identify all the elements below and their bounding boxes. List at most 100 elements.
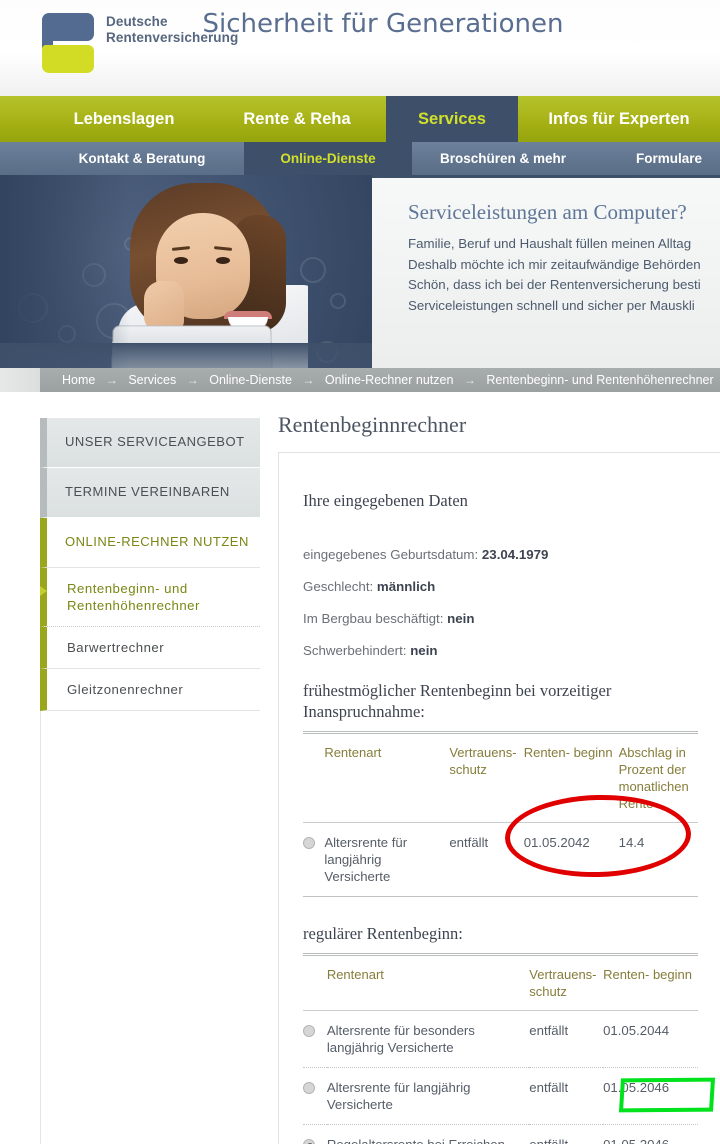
table-regulaerer-rentenbeginn: Rentenart Vertrauens- schutz Renten- beg… (303, 953, 698, 1144)
breadcrumb-arrow-icon: → (180, 373, 206, 387)
sidebar-item-unser-serviceangebot[interactable]: UNSER SERVICEANGEBOT (40, 418, 260, 468)
row-radio-cell[interactable] (303, 823, 324, 897)
person-brow-right (214, 246, 232, 251)
main-content: Rentenbeginnrechner Ihre eingegebenen Da… (268, 412, 720, 1144)
input-schwerbehindert: Schwerbehindert: nein (303, 643, 698, 658)
radio-button-icon[interactable] (303, 837, 315, 849)
nav-item-rente-reha[interactable]: Rente & Reha (208, 96, 386, 142)
row-radio-cell[interactable] (303, 1125, 327, 1144)
radio-button-icon[interactable] (303, 1082, 315, 1094)
cell-rentenart: Altersrente für langjährig Versicherte (324, 823, 449, 897)
brand-header: Deutsche Rentenversicherung Sicherheit f… (0, 0, 720, 96)
person-brow-left (172, 246, 190, 251)
sidebar-item-label: ONLINE-RECHNER NUTZEN (65, 534, 249, 549)
hero-line-4: Serviceleistungen schnell und sicher per… (408, 296, 720, 317)
subnav-item-formulare[interactable]: Formulare (594, 142, 720, 175)
breadcrumb-item-online-dienste[interactable]: Online-Dienste (209, 373, 292, 387)
hero-image (0, 175, 372, 368)
subnav-item-broschueren[interactable]: Broschüren & mehr (412, 142, 594, 175)
cell-vertrauensschutz: entfällt (529, 1125, 603, 1144)
person-eye-right (216, 257, 230, 264)
breadcrumb: Home → Services → Online-Dienste → Onlin… (40, 368, 720, 392)
table-fruehestmoeglicher-rentenbeginn: Rentenart Vertrauens- schutz Renten- beg… (303, 731, 698, 897)
breadcrumb-arrow-icon: → (457, 373, 483, 387)
sidebar-item-gleitzonenrechner[interactable]: Gleitzonenrechner (40, 669, 260, 711)
input-bergbau-label: Im Bergbau beschäftigt: (303, 611, 443, 626)
cell-abschlag: 14.4 (619, 823, 698, 897)
cell-rentenart: Altersrente für besonders langjährig Ver… (327, 1011, 529, 1068)
breadcrumb-item-online-rechner[interactable]: Online-Rechner nutzen (325, 373, 454, 387)
table-row[interactable]: Regelaltersrente bei Erreichen der Regel… (303, 1125, 698, 1144)
cell-vertrauensschutz: entfällt (529, 1068, 603, 1125)
col-select (303, 955, 327, 1011)
breadcrumb-left-gutter (0, 368, 40, 392)
table-head: Rentenart Vertrauens- schutz Renten- beg… (303, 955, 698, 1011)
radio-button-icon[interactable] (303, 1025, 315, 1037)
hero-line-2: Deshalb möchte ich mir zeitaufwändige Be… (408, 255, 720, 276)
nav-item-infos-experten[interactable]: Infos für Experten (518, 96, 720, 142)
hero-paragraph: Familie, Beruf und Haushalt füllen meine… (408, 234, 720, 316)
sidebar-item-online-rechner-nutzen[interactable]: ONLINE-RECHNER NUTZEN (40, 518, 260, 568)
breadcrumb-item-home[interactable]: Home (62, 373, 95, 387)
hero-person-photo (108, 177, 308, 368)
hero-text-panel: Serviceleistungen am Computer? Familie, … (372, 175, 720, 368)
sidebar-item-label: TERMINE VEREINBAREN (65, 484, 230, 499)
cell-rentenbeginn: 01.05.2042 (524, 823, 619, 897)
cell-vertrauensschutz: entfällt (529, 1011, 603, 1068)
sidebar-item-termine-vereinbaren[interactable]: TERMINE VEREINBAREN (40, 468, 260, 518)
radio-button-selected-icon[interactable] (303, 1139, 315, 1144)
table-body: Altersrente für besonders langjährig Ver… (303, 1011, 698, 1144)
table-head: Rentenart Vertrauens- schutz Renten- beg… (303, 733, 698, 823)
cell-rentenbeginn: 01.05.2046 (603, 1068, 698, 1125)
hero-line-3: Schön, dass ich bei der Rentenversicheru… (408, 275, 720, 296)
col-vertrauensschutz: Vertrauens- schutz (529, 955, 603, 1011)
table-row[interactable]: Altersrente für langjährig Versicherte e… (303, 1068, 698, 1125)
sidebar-item-label: Rentenbeginn- und Rentenhöhenrechner (67, 581, 200, 613)
input-geburtsdatum: eingegebenes Geburtsdatum: 23.04.1979 (303, 547, 698, 562)
sidebar-item-rentenbeginn-rechner[interactable]: Rentenbeginn- und Rentenhöhenrechner (40, 568, 260, 627)
row-radio-cell[interactable] (303, 1068, 327, 1125)
input-schwerbehindert-label: Schwerbehindert: (303, 643, 406, 658)
cell-rentenbeginn: 01.05.2044 (603, 1011, 698, 1068)
nav-item-lebenslagen[interactable]: Lebenslagen (40, 96, 208, 142)
table-body: Altersrente für langjährig Versicherte e… (303, 823, 698, 897)
input-geschlecht: Geschlecht: männlich (303, 579, 698, 594)
sidebar-navigation: UNSER SERVICEANGEBOT TERMINE VEREINBAREN… (40, 418, 260, 711)
person-eye-left (174, 257, 188, 264)
sidebar-item-barwertrechner[interactable]: Barwertrechner (40, 627, 260, 669)
sidebar-active-arrow-icon (40, 586, 47, 596)
input-geburtsdatum-label: eingegebenes Geburtsdatum: (303, 547, 478, 562)
subnav-item-online-dienste[interactable]: Online-Dienste (244, 142, 412, 175)
input-bergbau: Im Bergbau beschäftigt: nein (303, 611, 698, 626)
input-geschlecht-label: Geschlecht: (303, 579, 373, 594)
col-rentenart: Rentenart (324, 733, 449, 823)
col-rentenart: Rentenart (327, 955, 529, 1011)
result-card: Ihre eingegebenen Daten eingegebenes Geb… (278, 452, 720, 1144)
input-schwerbehindert-value: nein (410, 643, 437, 658)
page-root: Deutsche Rentenversicherung Sicherheit f… (0, 0, 720, 1144)
hero-banner: Serviceleistungen am Computer? Familie, … (0, 175, 720, 368)
row-radio-cell[interactable] (303, 1011, 327, 1068)
col-abschlag: Abschlag in Prozent der monatlichen Rent… (619, 733, 698, 823)
cell-rentenart: Regelaltersrente bei Erreichen der Regel… (327, 1125, 529, 1144)
col-rentenbeginn: Renten- beginn (603, 955, 698, 1011)
input-geburtsdatum-value: 23.04.1979 (482, 547, 549, 562)
subnav-item-kontakt-beratung[interactable]: Kontakt & Beratung (40, 142, 244, 175)
brand-claim: Sicherheit für Generationen (0, 9, 720, 39)
sidebar-item-label: Gleitzonenrechner (67, 682, 183, 697)
cell-rentenbeginn: 01.05.2046 (603, 1125, 698, 1144)
hero-line-1: Familie, Beruf und Haushalt füllen meine… (408, 234, 720, 255)
sidebar-item-label: UNSER SERVICEANGEBOT (65, 434, 245, 449)
breadcrumb-arrow-icon: → (295, 373, 321, 387)
logo-green-shape (42, 45, 94, 73)
nav-item-services[interactable]: Services (386, 96, 518, 142)
table-row[interactable]: Altersrente für besonders langjährig Ver… (303, 1011, 698, 1068)
page-title: Rentenbeginnrechner (268, 412, 720, 452)
table-row[interactable]: Altersrente für langjährig Versicherte e… (303, 823, 698, 897)
card-heading: Ihre eingegebenen Daten (303, 491, 698, 511)
breadcrumb-arrow-icon: → (99, 373, 125, 387)
breadcrumb-item-services[interactable]: Services (128, 373, 176, 387)
input-bergbau-value: nein (447, 611, 474, 626)
hero-heading: Serviceleistungen am Computer? (408, 200, 687, 225)
table-header-row: Rentenart Vertrauens- schutz Renten- beg… (303, 733, 698, 823)
